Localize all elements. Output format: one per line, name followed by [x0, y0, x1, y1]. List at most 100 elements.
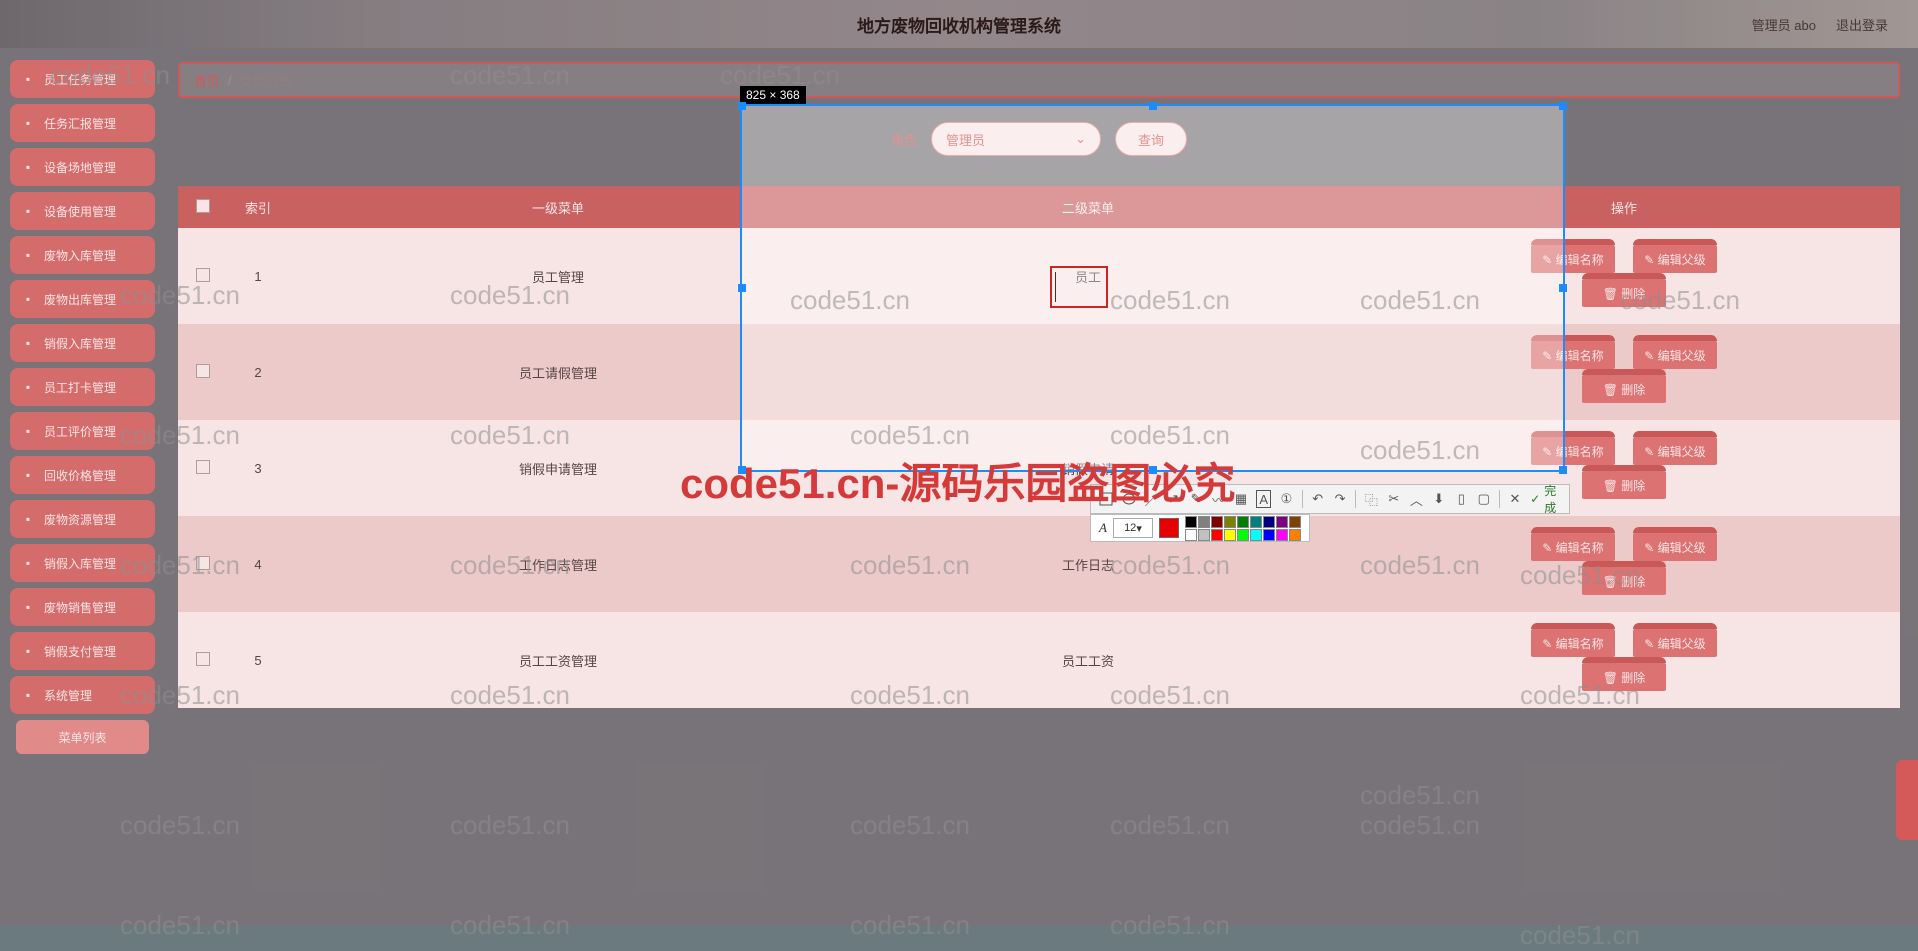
line-tool-icon[interactable]: ／ — [1144, 490, 1158, 508]
row-checkbox[interactable] — [196, 652, 210, 666]
mosaic-tool-icon[interactable]: ▦ — [1234, 490, 1248, 508]
palette-swatch[interactable] — [1263, 516, 1275, 528]
delete-button[interactable]: 🗑 删除 — [1582, 663, 1666, 691]
sidebar-item-14[interactable]: ▪系统管理 — [10, 676, 155, 714]
sidebar-item-12[interactable]: ▪废物销售管理 — [10, 588, 155, 626]
sidebar-item-11[interactable]: ▪销假入库管理 — [10, 544, 155, 582]
app-title: 地方废物回收机构管理系统 — [857, 12, 1061, 37]
sidebar-item-13[interactable]: ▪销假支付管理 — [10, 632, 155, 670]
cancel-icon[interactable]: ✕ — [1508, 490, 1522, 508]
edit-parent-button[interactable]: ✎ 编辑父级 — [1633, 629, 1717, 657]
text-tool-icon[interactable]: A — [1256, 490, 1271, 508]
shuffle-icon[interactable]: ✂ — [1387, 490, 1401, 508]
row-checkbox[interactable] — [196, 364, 210, 378]
font-size-select[interactable]: 12 ▾ — [1113, 518, 1153, 538]
sidebar-item-0[interactable]: ▪员工任务管理 — [10, 60, 155, 98]
sidebar-item-label: 任务汇报管理 — [44, 115, 116, 132]
sidebar-menu-list[interactable]: 菜单列表 — [16, 720, 149, 754]
cell-level1: 销假申请管理 — [288, 420, 828, 516]
edit-name-button[interactable]: ✎ 编辑名称 — [1531, 437, 1615, 465]
sidebar-item-label: 设备场地管理 — [44, 159, 116, 176]
sidebar-item-label: 员工评价管理 — [44, 423, 116, 440]
logout-link[interactable]: 退出登录 — [1836, 15, 1888, 34]
palette-swatch[interactable] — [1263, 529, 1275, 541]
color-palette[interactable] — [1185, 516, 1301, 541]
palette-swatch[interactable] — [1185, 516, 1197, 528]
sidebar-item-5[interactable]: ▪废物出库管理 — [10, 280, 155, 318]
font-indicator-icon: A — [1099, 520, 1107, 536]
sidebar-item-4[interactable]: ▪废物入库管理 — [10, 236, 155, 274]
screenshot-text-subbar: A 12 ▾ — [1090, 514, 1310, 542]
palette-swatch[interactable] — [1237, 516, 1249, 528]
sidebar-item-1[interactable]: ▪任务汇报管理 — [10, 104, 155, 142]
role-select[interactable]: 管理员 ⌄ — [931, 122, 1101, 156]
search-button[interactable]: 查询 — [1115, 122, 1187, 156]
delete-button[interactable]: 🗑 删除 — [1582, 471, 1666, 499]
download-icon[interactable]: ⬇ — [1432, 490, 1446, 508]
row-checkbox[interactable] — [196, 268, 210, 282]
select-all-checkbox[interactable] — [196, 199, 210, 213]
edit-parent-button[interactable]: ✎ 编辑父级 — [1633, 437, 1717, 465]
palette-swatch[interactable] — [1237, 529, 1249, 541]
main-content: 首页 / 菜单列表 角色 管理员 ⌄ 查询 索引 一级菜单 二级菜单 操作 1员… — [178, 62, 1900, 916]
edit-name-button[interactable]: ✎ 编辑名称 — [1531, 533, 1615, 561]
palette-swatch[interactable] — [1185, 529, 1197, 541]
edit-parent-button[interactable]: ✎ 编辑父级 — [1633, 245, 1717, 273]
done-button[interactable]: ✓ 完成 — [1530, 482, 1561, 516]
sidebar-item-2[interactable]: ▪设备场地管理 — [10, 148, 155, 186]
sidebar-item-label: 销假入库管理 — [44, 555, 116, 572]
breadcrumb-home[interactable]: 首页 — [194, 71, 220, 90]
side-feedback-tab[interactable] — [1896, 760, 1918, 840]
row-checkbox[interactable] — [196, 460, 210, 474]
redo-icon[interactable]: ↷ — [1333, 490, 1347, 508]
palette-swatch[interactable] — [1276, 516, 1288, 528]
more-icon[interactable]: ︿ — [1409, 490, 1423, 508]
cell-index: 1 — [228, 228, 288, 324]
current-color-swatch[interactable] — [1159, 518, 1179, 538]
palette-swatch[interactable] — [1198, 516, 1210, 528]
ocr-tool-icon[interactable]: ⿻ — [1364, 490, 1378, 508]
copy-icon[interactable]: ▢ — [1477, 490, 1491, 508]
marker-tool-icon[interactable]: 〰 — [1211, 490, 1225, 508]
palette-swatch[interactable] — [1211, 529, 1223, 541]
delete-button[interactable]: 🗑 删除 — [1582, 375, 1666, 403]
palette-swatch[interactable] — [1250, 529, 1262, 541]
row-checkbox[interactable] — [196, 556, 210, 570]
pin-icon[interactable]: ▯ — [1454, 490, 1468, 508]
cell-index: 4 — [228, 516, 288, 612]
edit-name-button[interactable]: ✎ 编辑名称 — [1531, 629, 1615, 657]
palette-swatch[interactable] — [1276, 529, 1288, 541]
ellipse-tool-icon[interactable] — [1121, 490, 1135, 508]
in-icon: ▪ — [20, 247, 36, 263]
role-select-value: 管理员 — [946, 130, 985, 149]
arrow-tool-icon[interactable]: ↗ — [1166, 490, 1180, 508]
current-user[interactable]: 管理员 abo — [1752, 15, 1816, 34]
palette-swatch[interactable] — [1250, 516, 1262, 528]
counter-tool-icon[interactable]: ① — [1279, 490, 1293, 508]
palette-swatch[interactable] — [1198, 529, 1210, 541]
sidebar-item-3[interactable]: ▪设备使用管理 — [10, 192, 155, 230]
edit-name-button[interactable]: ✎ 编辑名称 — [1531, 245, 1615, 273]
sidebar-item-10[interactable]: ▪废物资源管理 — [10, 500, 155, 538]
delete-button[interactable]: 🗑 删除 — [1582, 279, 1666, 307]
sidebar-item-label: 销假入库管理 — [44, 335, 116, 352]
palette-swatch[interactable] — [1211, 516, 1223, 528]
rect-tool-icon[interactable] — [1099, 490, 1113, 508]
palette-swatch[interactable] — [1224, 516, 1236, 528]
sidebar-item-6[interactable]: ▪销假入库管理 — [10, 324, 155, 362]
pencil-tool-icon[interactable]: ✎ — [1189, 490, 1203, 508]
edit-parent-button[interactable]: ✎ 编辑父级 — [1633, 341, 1717, 369]
menu-table: 索引 一级菜单 二级菜单 操作 1员工管理员工✎ 编辑名称✎ 编辑父级🗑 删除2… — [178, 186, 1900, 708]
palette-swatch[interactable] — [1224, 529, 1236, 541]
palette-swatch[interactable] — [1289, 516, 1301, 528]
delete-button[interactable]: 🗑 删除 — [1582, 567, 1666, 595]
sidebar-item-9[interactable]: ▪回收价格管理 — [10, 456, 155, 494]
edit-parent-button[interactable]: ✎ 编辑父级 — [1633, 533, 1717, 561]
edit-name-button[interactable]: ✎ 编辑名称 — [1531, 341, 1615, 369]
table-row: 4工作日志管理工作日志✎ 编辑名称✎ 编辑父级🗑 删除 — [178, 516, 1900, 612]
sidebar-item-8[interactable]: ▪员工评价管理 — [10, 412, 155, 450]
undo-icon[interactable]: ↶ — [1310, 490, 1324, 508]
selection-dimensions-label: 825 × 368 — [740, 86, 806, 104]
sidebar-item-7[interactable]: ▪员工打卡管理 — [10, 368, 155, 406]
palette-swatch[interactable] — [1289, 529, 1301, 541]
